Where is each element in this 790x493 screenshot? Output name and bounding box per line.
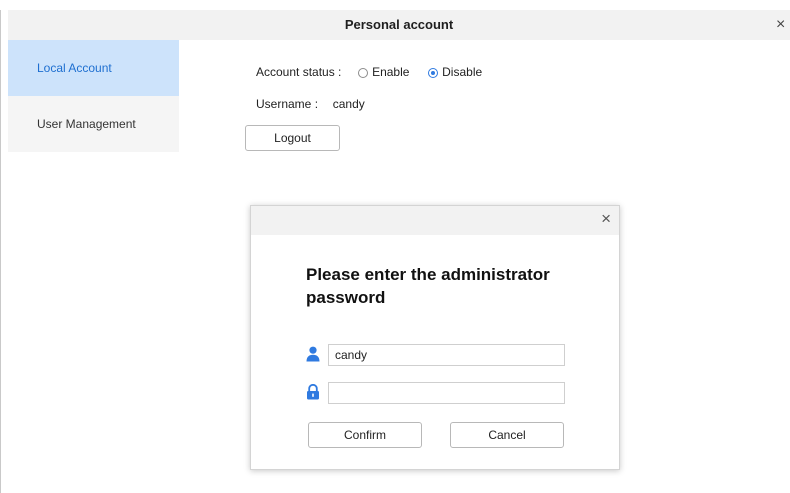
username-value: candy [332, 97, 365, 111]
title-bar: Personal account × [8, 10, 790, 40]
window-left-border [0, 0, 1, 493]
disable-label: Disable [442, 65, 483, 79]
username-field[interactable] [328, 344, 565, 366]
logout-button[interactable]: Logout [245, 125, 340, 151]
password-field[interactable] [328, 382, 565, 404]
username-label: Username : [256, 97, 319, 111]
enable-option[interactable]: Enable [358, 65, 409, 79]
account-status-row: Account status : Enable Disable [256, 65, 482, 79]
window-title: Personal account [344, 17, 454, 32]
username-row: Username : candy [256, 97, 365, 111]
disable-option[interactable]: Disable [428, 65, 482, 79]
confirm-button[interactable]: Confirm [308, 422, 422, 448]
enable-radio[interactable] [358, 68, 369, 78]
enable-label: Enable [372, 65, 410, 79]
dialog-header: × [251, 206, 619, 235]
top-strip [0, 0, 790, 10]
dialog-close-icon[interactable]: × [601, 209, 611, 229]
lock-icon [306, 383, 320, 400]
user-icon [306, 346, 320, 362]
sidebar-item-local-account[interactable]: Local Account [8, 40, 179, 96]
sidebar: Local Account User Management [8, 40, 179, 152]
close-icon[interactable]: × [776, 10, 790, 40]
cancel-button[interactable]: Cancel [450, 422, 564, 448]
disable-radio[interactable] [428, 68, 439, 78]
account-status-label: Account status : [256, 65, 342, 79]
sidebar-item-user-management[interactable]: User Management [8, 96, 179, 152]
admin-password-dialog: × Please enter the administrator passwor… [250, 205, 620, 470]
dialog-title: Please enter the administrator password [306, 265, 550, 307]
